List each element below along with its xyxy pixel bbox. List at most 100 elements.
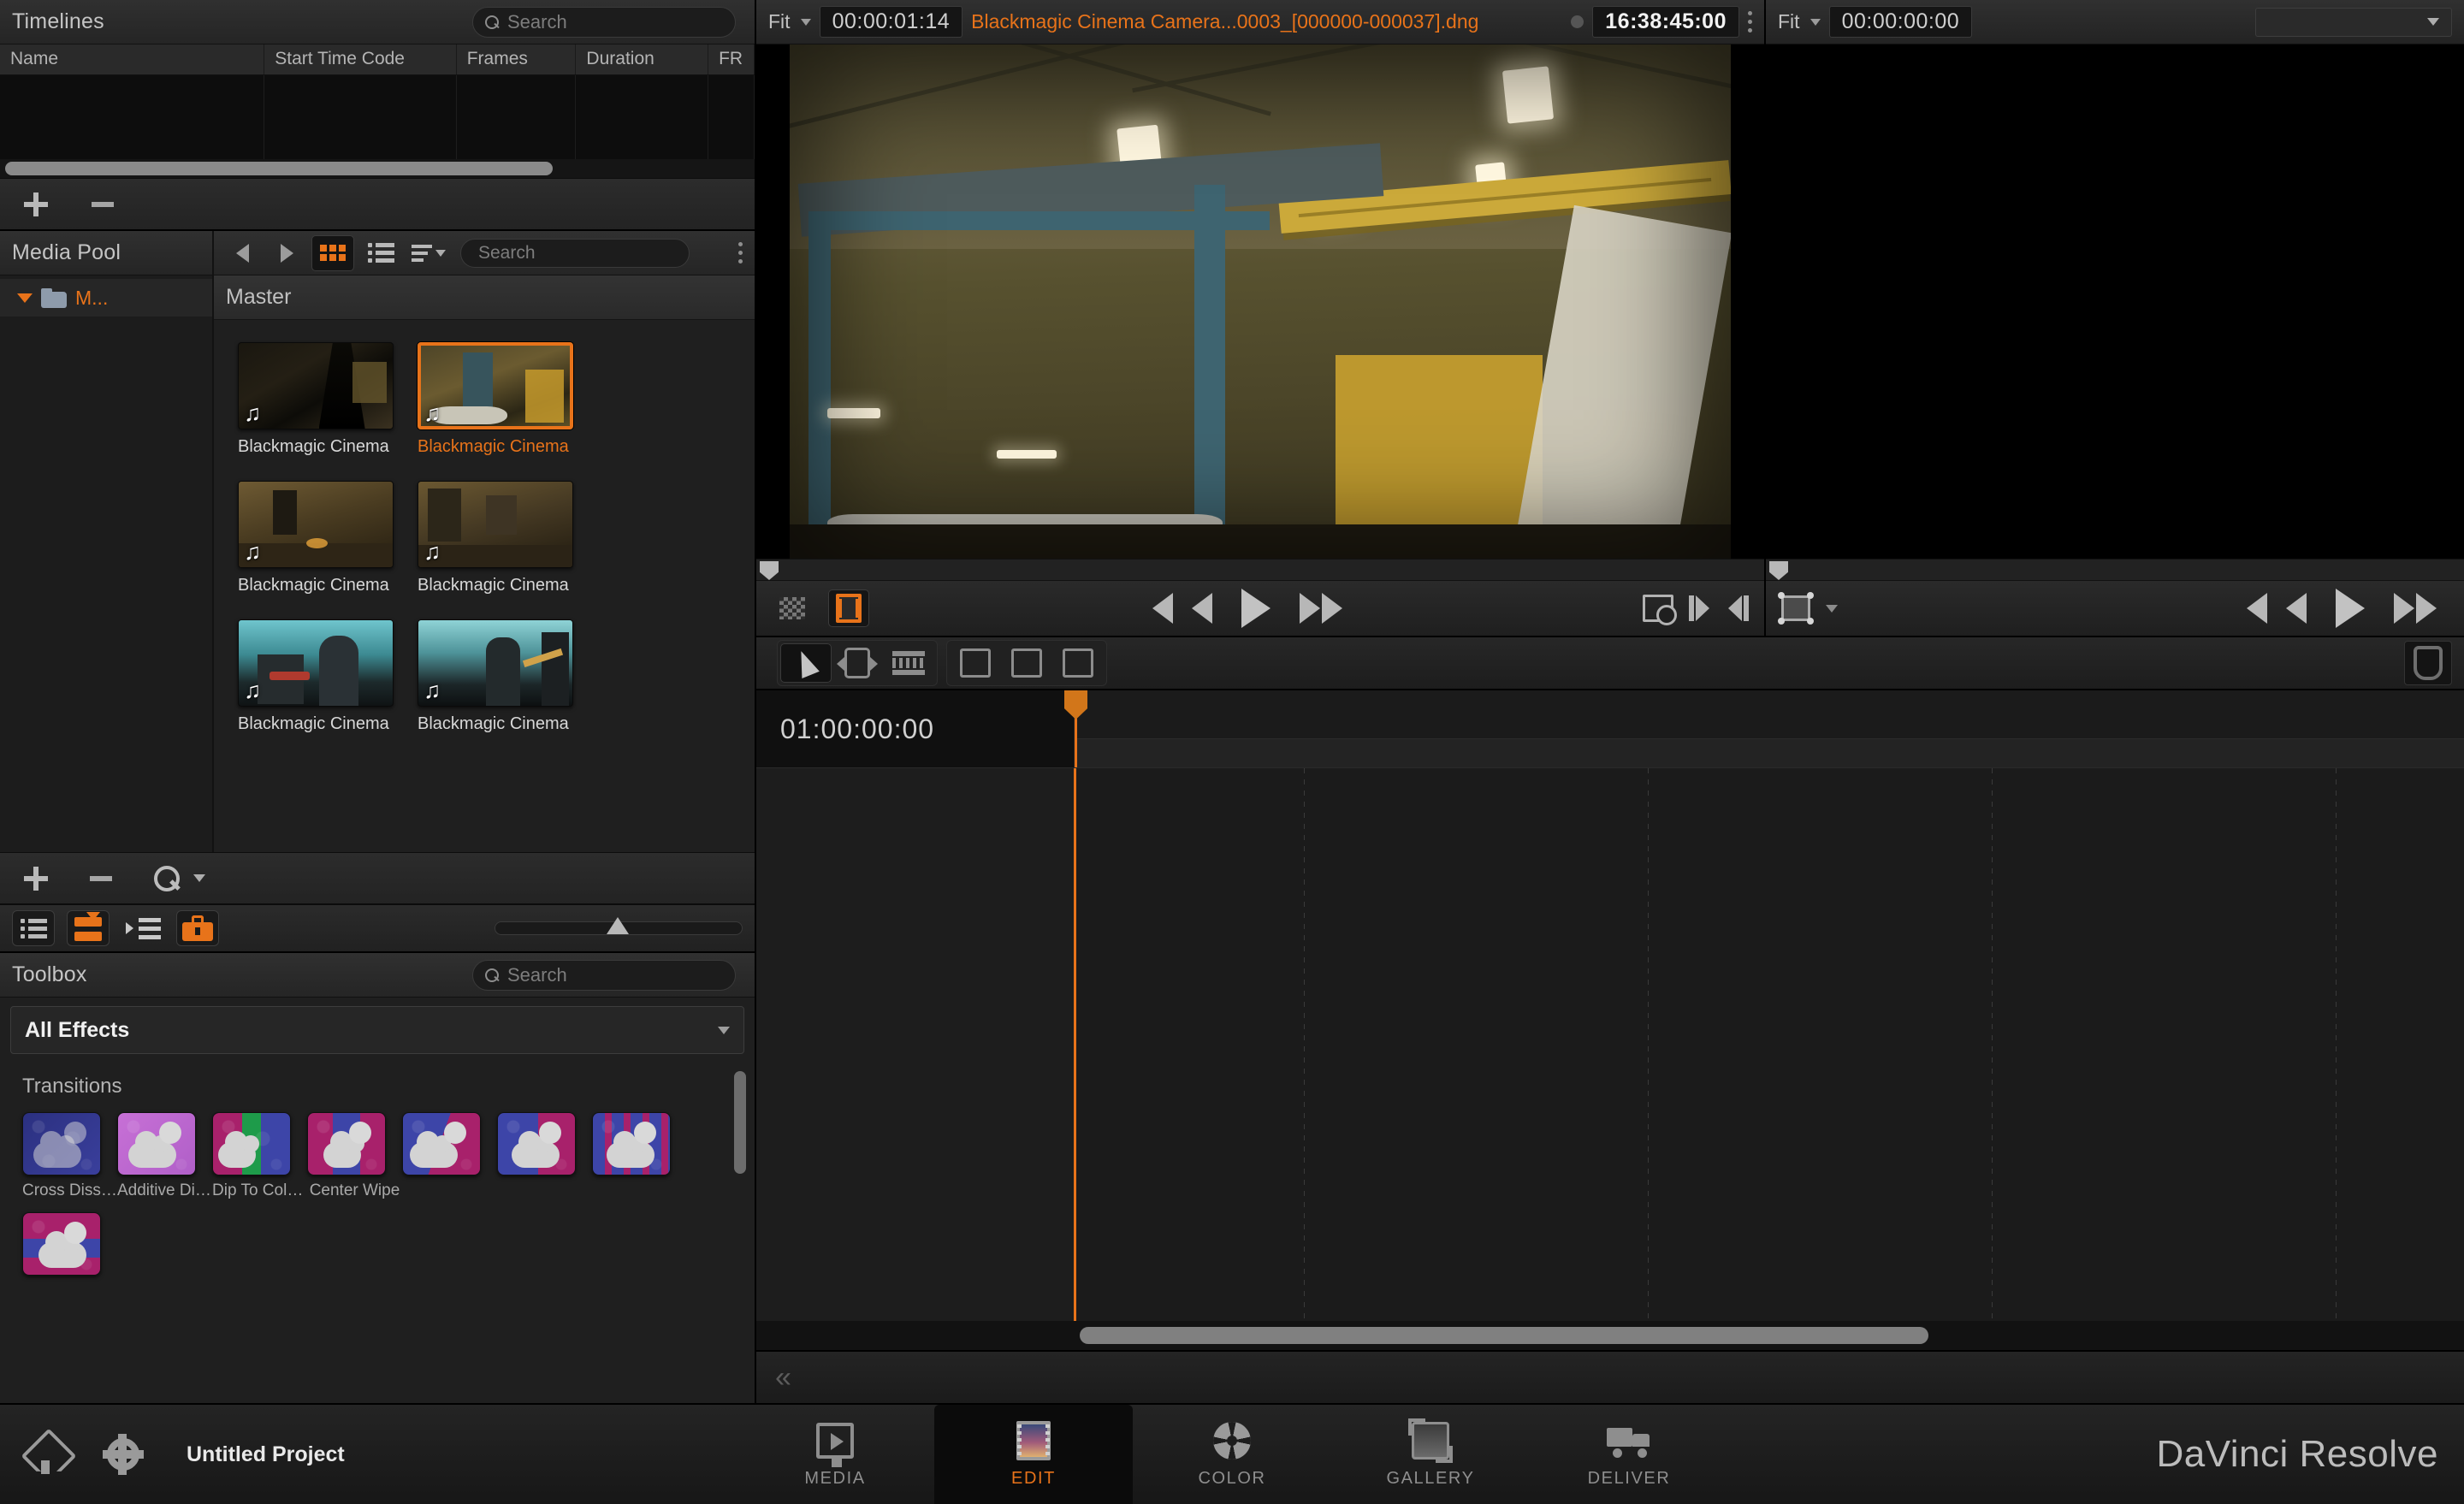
- chevron-down-icon[interactable]: [1826, 604, 1838, 613]
- swap-clip-button[interactable]: [1052, 643, 1104, 683]
- trim-mode-button[interactable]: [832, 643, 883, 683]
- timeline-horizontal-scrollbar[interactable]: [756, 1321, 2464, 1350]
- source-viewer-canvas[interactable]: [756, 44, 1764, 559]
- effect-label: Center Wipe: [309, 1181, 400, 1199]
- timeline-playhead[interactable]: [1064, 690, 1087, 767]
- inspector-toggle-button[interactable]: [121, 910, 164, 946]
- timeline-bin-toggle-button[interactable]: [67, 910, 110, 946]
- effect-item[interactable]: Cross Dissolve: [22, 1112, 117, 1200]
- alpha-checker-button[interactable]: [772, 589, 813, 627]
- column-header-frames[interactable]: Frames: [457, 44, 577, 74]
- source-duration-field[interactable]: 16:38:45:00: [1592, 6, 1739, 38]
- thumbnail-size-slider[interactable]: [495, 917, 743, 935]
- media-pool-options-button[interactable]: [738, 242, 743, 263]
- page-button-edit[interactable]: EDIT: [934, 1405, 1133, 1504]
- media-pool-toggle-button[interactable]: [12, 910, 55, 946]
- source-zoom-dropdown[interactable]: Fit: [768, 10, 811, 33]
- column-header-duration[interactable]: Duration: [576, 44, 709, 74]
- effect-item[interactable]: Center Wipe: [307, 1112, 402, 1200]
- insert-clip-button[interactable]: [1001, 643, 1052, 683]
- list-view-button[interactable]: [359, 235, 402, 271]
- thumbnail-view-button[interactable]: [311, 234, 354, 271]
- page-button-media[interactable]: MEDIA: [736, 1405, 934, 1504]
- effect-item[interactable]: Dip To Color Di...: [212, 1112, 307, 1200]
- filter-search-icon[interactable]: [152, 864, 181, 893]
- add-bin-button[interactable]: [22, 865, 50, 892]
- timeline-playhead-line[interactable]: [1074, 768, 1076, 1321]
- clip-thumbnail[interactable]: ♫ Blackmagic Cinema ...: [418, 619, 573, 734]
- remove-timeline-button[interactable]: [89, 191, 116, 218]
- slider-handle[interactable]: [607, 917, 629, 934]
- timeline-viewer-canvas[interactable]: [1766, 44, 2464, 559]
- scrollbar-thumb[interactable]: [5, 162, 553, 175]
- sort-order-button[interactable]: [407, 235, 450, 271]
- timelines-search-placeholder: Search: [507, 11, 567, 33]
- effect-item[interactable]: [497, 1112, 592, 1200]
- timeline-scrubber-handle[interactable]: [1769, 561, 1788, 580]
- source-viewer-options-button[interactable]: [1748, 11, 1752, 33]
- timeline-ruler[interactable]: [1064, 690, 2464, 767]
- column-header-start-time-code[interactable]: Start Time Code: [264, 44, 457, 74]
- source-timecode-field[interactable]: 00:00:01:14: [819, 6, 963, 38]
- play-button[interactable]: [1241, 589, 1270, 628]
- page-button-gallery[interactable]: GALLERY: [1331, 1405, 1530, 1504]
- gear-icon[interactable]: [103, 1434, 144, 1475]
- add-timeline-button[interactable]: [22, 191, 50, 218]
- toolbox-search-input[interactable]: Search: [472, 960, 736, 991]
- match-frame-icon[interactable]: [1643, 595, 1677, 625]
- timeline-timecode-field[interactable]: 00:00:00:00: [1828, 6, 1973, 38]
- timeline-selector-dropdown[interactable]: [2255, 7, 2452, 37]
- page-button-deliver[interactable]: DELIVER: [1530, 1405, 1728, 1504]
- mark-out-button[interactable]: [1727, 595, 1749, 621]
- scrollbar-thumb[interactable]: [1080, 1327, 1928, 1344]
- selection-mode-button[interactable]: [780, 643, 832, 683]
- clip-thumbnail[interactable]: ♫ Blackmagic Cinema ...: [238, 481, 394, 595]
- forward-button[interactable]: [267, 236, 306, 270]
- timeline-zoom-dropdown[interactable]: Fit: [1778, 10, 1821, 33]
- timeline-tracks-area[interactable]: [756, 767, 2464, 1321]
- page-button-color[interactable]: COLOR: [1133, 1405, 1331, 1504]
- snapping-toggle-button[interactable]: [2404, 641, 2452, 685]
- previous-clip-button[interactable]: [1152, 593, 1212, 624]
- effect-item[interactable]: [22, 1212, 117, 1282]
- timelines-horizontal-scrollbar[interactable]: [0, 159, 755, 178]
- column-header-framerate[interactable]: FR: [708, 44, 755, 74]
- davinci-resolve-window: Timelines Search Name Start Time Code Fr…: [0, 0, 2464, 1504]
- source-scrubber-handle[interactable]: [760, 561, 779, 580]
- play-button[interactable]: [2336, 589, 2365, 628]
- home-icon[interactable]: [26, 1433, 74, 1476]
- chevron-down-icon[interactable]: [17, 293, 33, 303]
- effects-filter-dropdown[interactable]: All Effects: [10, 1006, 744, 1054]
- mark-in-button[interactable]: [1689, 595, 1711, 621]
- effects-filter-value: All Effects: [25, 1017, 130, 1042]
- next-clip-button[interactable]: [1300, 593, 1342, 624]
- ripple-delete-button[interactable]: [950, 643, 1001, 683]
- bin-tree-item-master[interactable]: M...: [0, 279, 212, 317]
- effect-item[interactable]: Additive Dissolve: [117, 1112, 212, 1200]
- toolbox-toggle-button[interactable]: [176, 910, 219, 946]
- source-scrubber[interactable]: [756, 559, 1764, 581]
- remove-bin-button[interactable]: [87, 865, 115, 892]
- timeline-start-timecode[interactable]: 01:00:00:00: [756, 690, 1075, 767]
- back-button[interactable]: [222, 236, 262, 270]
- chevron-down-icon: [800, 18, 811, 26]
- clip-thumbnail[interactable]: ♫ Blackmagic Cinema ...: [418, 481, 573, 595]
- column-header-name[interactable]: Name: [0, 44, 265, 74]
- dynamic-trim-button[interactable]: [883, 643, 934, 683]
- transform-icon[interactable]: [1778, 592, 1814, 625]
- source-filmstrip-button[interactable]: [828, 589, 869, 627]
- clip-thumbnail[interactable]: ♫ Blackmagic Cinema ...: [238, 619, 394, 734]
- previous-clip-button[interactable]: [2247, 593, 2307, 624]
- effect-item[interactable]: [402, 1112, 497, 1200]
- clip-thumbnail[interactable]: ♫ Blackmagic Cinema ...: [238, 342, 394, 457]
- chevron-down-icon[interactable]: [193, 874, 205, 882]
- effect-item[interactable]: [592, 1112, 687, 1200]
- timeline-scrubber[interactable]: [1766, 559, 2464, 581]
- next-clip-button[interactable]: [2394, 593, 2437, 624]
- clip-thumbnail[interactable]: ♫ Blackmagic Cinema ...: [418, 342, 573, 457]
- media-pool-search-input[interactable]: Search: [460, 238, 690, 268]
- effects-scrollbar[interactable]: [734, 1071, 746, 1174]
- media-pool-title: Media Pool: [12, 240, 121, 264]
- collapse-left-icon[interactable]: «: [775, 1363, 791, 1392]
- timelines-search-input[interactable]: Search: [472, 7, 736, 38]
